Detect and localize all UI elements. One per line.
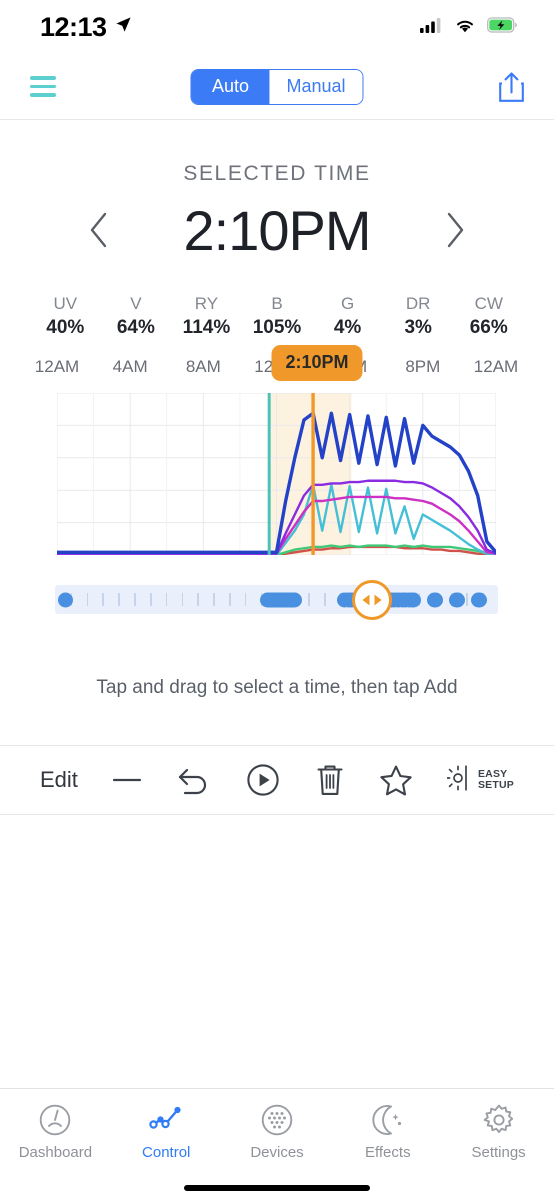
channel-name: B [271,294,283,313]
channel-name: G [340,294,355,313]
moon-stars-icon [372,1105,401,1135]
status-bar-left: 12:13 [40,12,132,43]
easy-setup-button[interactable]: EASY SETUP [445,764,514,797]
scrubber-tick [213,593,215,606]
gauge-icon [40,1104,71,1136]
channel-values-row: UV 40% V 64% RY 114% B 105% G 4% DR 3% C… [30,294,524,339]
channel-name: V [130,294,142,313]
bottom-tab-bar: Dashboard Control Devices Effects Settin… [0,1088,554,1200]
schedule-chart: 12AM4AM8AM12PM4PM8PM12AM 2:10PM [0,345,554,587]
trash-can-icon[interactable] [315,762,345,798]
scrubber-drag-handle[interactable] [352,579,392,620]
tab-settings[interactable]: Settings [443,1103,554,1200]
x-axis-tick-label: 12AM [473,357,519,376]
tab-label: Settings [471,1144,526,1161]
easy-setup-line1: EASY [477,767,508,780]
channel-value: 40% [46,317,85,338]
edit-toolbar: Edit EASY SETUP [0,745,554,815]
scrubber-keyframe[interactable] [260,592,302,607]
scrubber-tick [165,593,168,606]
channel-value: 66% [469,317,508,338]
scrubber-tick [102,593,105,606]
channel-value: 64% [116,317,155,338]
channel-g: G 4% [312,294,383,339]
scrubber-keyframe[interactable] [449,592,465,607]
gear-icon [483,1104,513,1133]
battery-charging-icon [487,16,518,38]
scrubber-tick [244,593,247,606]
x-axis-tick-label: 12AM [34,357,80,376]
selected-time-row: 2:10PM [0,192,554,268]
chart-plot-area[interactable] [57,393,496,555]
timeline-scrubber[interactable] [55,579,498,620]
wifi-icon [454,17,476,38]
status-bar-right [420,16,518,38]
x-axis-tick-label: 8PM [405,357,441,376]
scrubber-tick [229,593,231,606]
channel-v: V 64% [101,294,172,339]
scrubber-tick [323,593,326,606]
scrubber-tick [308,593,310,606]
next-time-button[interactable] [427,202,483,258]
selected-time-tooltip: 2:10PM [271,345,363,381]
scrubber-tick [118,593,120,606]
mode-segmented-control[interactable]: Auto Manual [190,68,364,105]
tab-dashboard[interactable]: Dashboard [0,1103,111,1200]
location-arrow-icon [115,16,132,38]
tab-label: Control [142,1144,191,1161]
status-bar: 12:13 [0,0,554,54]
scrubber-keyframe[interactable] [427,592,443,607]
scrubber-tick [466,593,468,606]
tab-label: Devices [250,1144,304,1161]
nav-bar: Auto Manual [0,54,554,120]
hint-text: Tap and drag to select a time, then tap … [96,677,458,698]
channel-name: UV [53,294,78,313]
scrubber-keyframe[interactable] [471,592,487,607]
play-circle-icon[interactable] [246,763,280,797]
mode-auto-button[interactable]: Auto [191,69,270,104]
tab-label: Effects [364,1144,411,1161]
scrubber-keyframe[interactable] [58,592,73,607]
home-indicator [184,1185,370,1191]
star-outline-icon[interactable] [379,764,413,797]
channel-value: 114% [182,317,231,338]
tab-label: Dashboard [18,1144,93,1161]
channel-dr: DR 3% [383,294,454,339]
scrubber-tick [134,593,136,606]
mode-manual-button[interactable]: Manual [269,69,363,104]
selected-time-value: 2:10PM [183,198,372,262]
scrubber-tick [181,593,184,606]
minus-icon[interactable] [112,775,142,785]
channel-uv: UV 40% [30,294,101,339]
channel-ry: RY 114% [171,294,242,339]
share-upload-icon[interactable] [494,68,528,106]
scrubber-tick [86,593,89,606]
status-bar-time: 12:13 [40,11,107,42]
undo-arrow-icon[interactable] [176,764,212,796]
light-bulb-icon [445,764,473,797]
line-chart-icon [149,1106,181,1129]
channel-cw: CW 66% [453,294,524,339]
prev-time-button[interactable] [71,202,127,258]
scrubber-tick [197,593,199,606]
channel-value: 3% [404,317,432,338]
channel-b: B 105% [242,294,313,339]
scrubber-tick [149,593,152,606]
edit-button[interactable]: Edit [40,767,78,793]
channel-name: RY [194,294,219,313]
app-root: 12:13 Auto Manual SELECTED TIME 2:10PM U… [0,0,554,1200]
channel-name: CW [474,294,503,313]
selected-time-label: SELECTED TIME [183,162,371,185]
easy-setup-line2: SETUP [477,779,514,791]
channel-value: 105% [252,317,302,338]
x-axis-tick-label: 8AM [185,357,221,376]
dots-circle-icon [261,1104,293,1136]
hamburger-menu-icon[interactable] [26,74,60,100]
channel-value: 4% [333,317,362,338]
scrubber-keyframe[interactable] [401,592,417,607]
easy-setup-label: EASY SETUP [477,767,514,792]
channel-name: DR [405,294,431,313]
cellular-signal-icon [420,17,443,38]
x-axis-tick-label: 4AM [112,357,148,376]
